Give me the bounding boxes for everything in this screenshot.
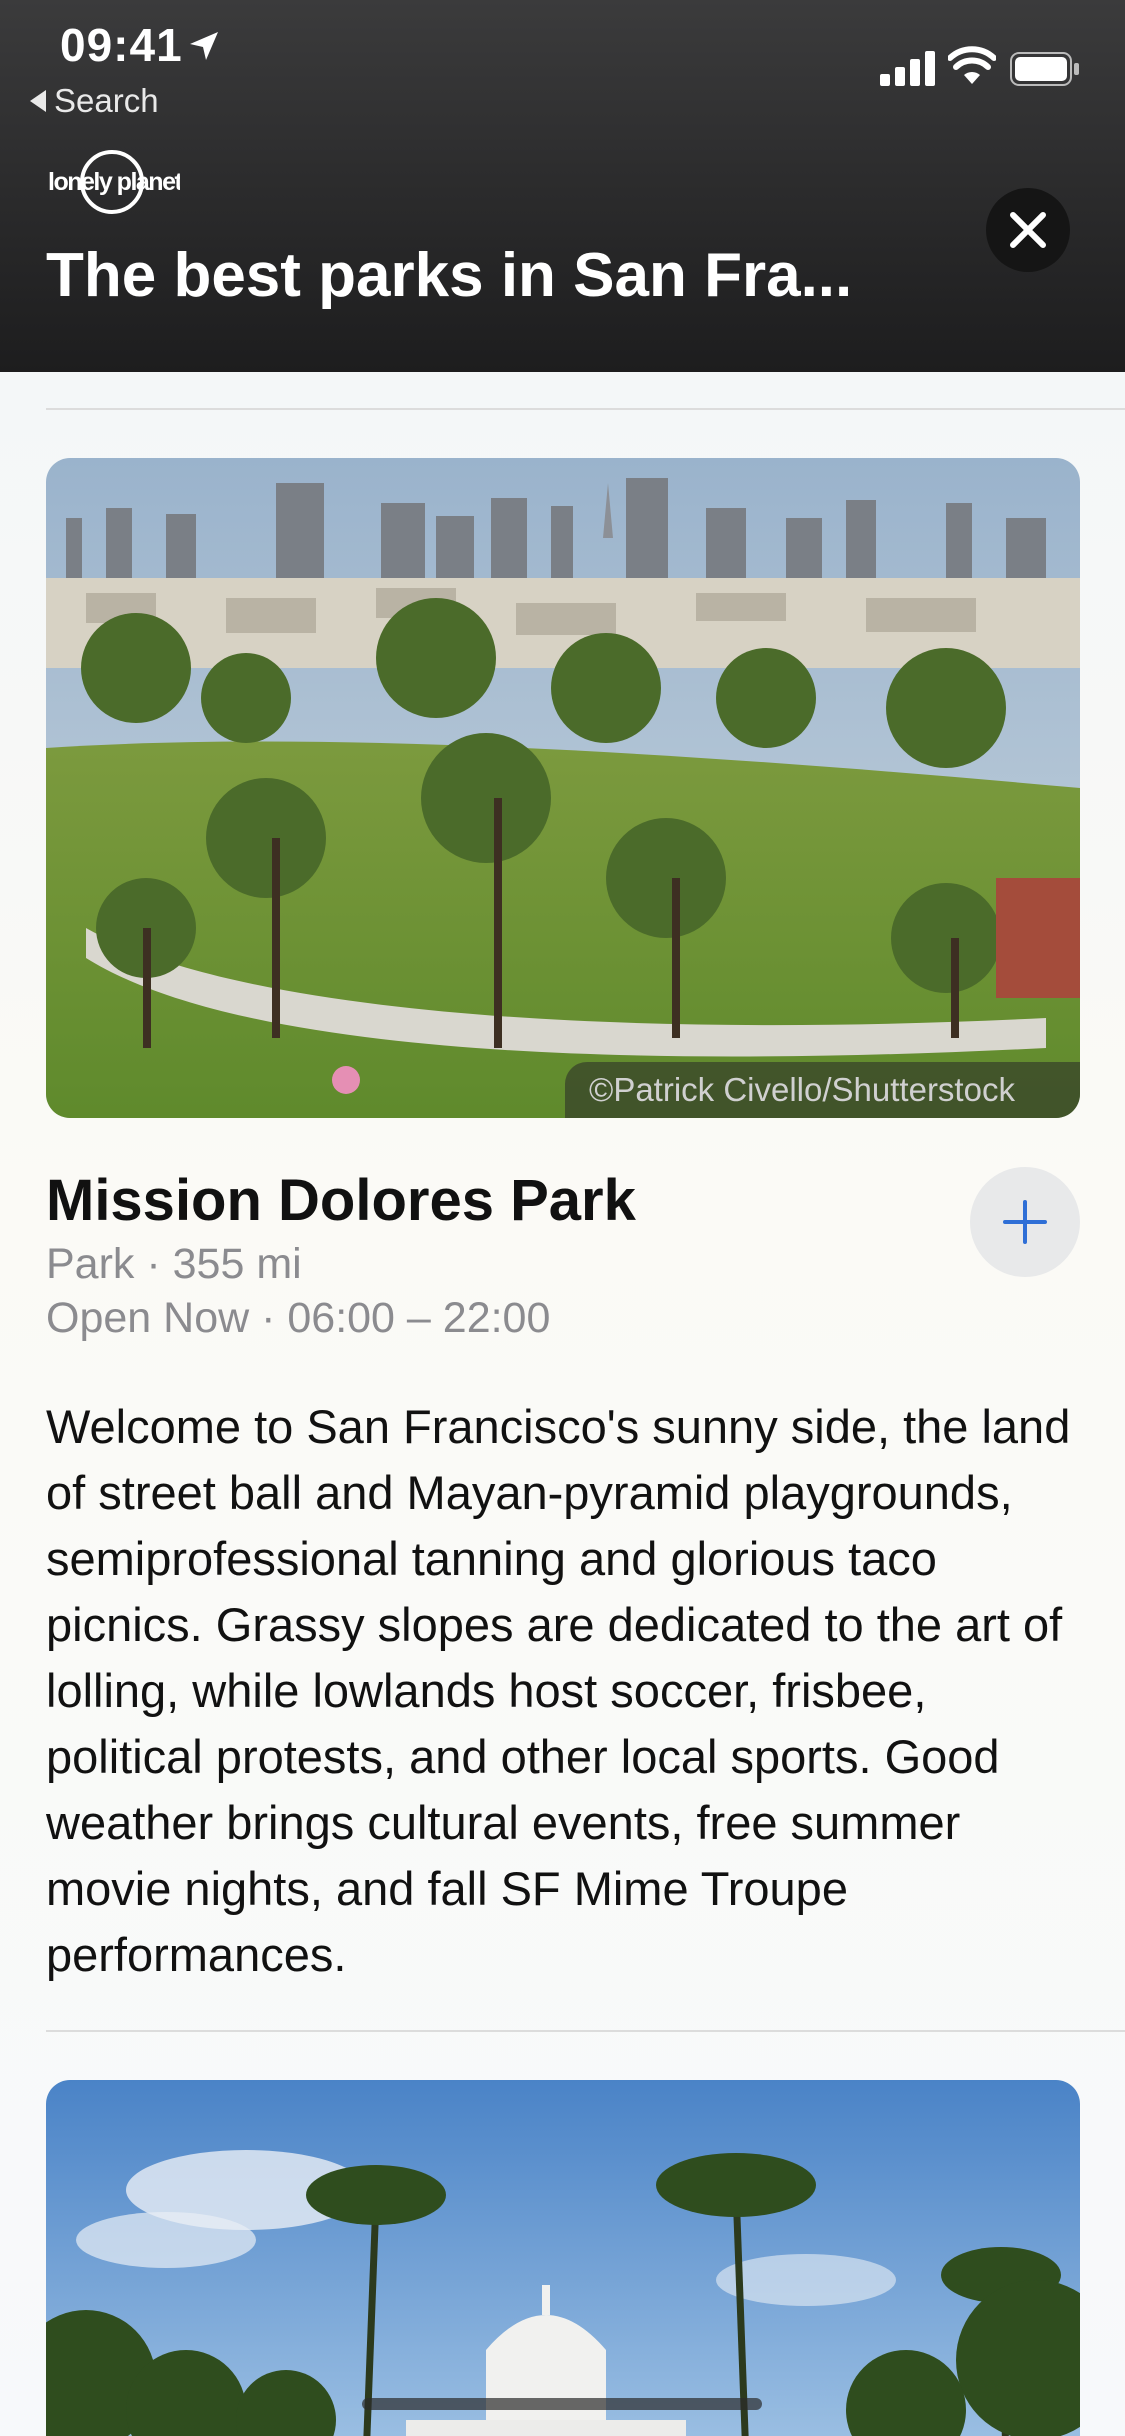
svg-text:lonely planet: lonely planet (48, 168, 180, 196)
add-place-button[interactable] (970, 1167, 1080, 1277)
battery-icon (1010, 52, 1079, 86)
cellular-signal-icon (880, 51, 935, 86)
park-photo-image (46, 458, 1080, 1118)
guide-title: The best parks in San Fra... (46, 241, 853, 310)
park-photo[interactable]: ©Patrick Civello/Shutterstock (46, 458, 1080, 1118)
divider (46, 408, 1125, 410)
place-hours: Open Now · 06:00 – 22:00 (46, 1294, 551, 1342)
home-indicator (362, 2398, 762, 2410)
location-arrow-icon (190, 32, 218, 60)
guide-content: ©Patrick Civello/Shutterstock Mission Do… (0, 372, 1125, 2436)
back-caret-icon (30, 90, 46, 112)
next-park-photo-image (46, 2080, 1080, 2436)
divider (46, 2030, 1125, 2032)
place-description: Welcome to San Francisco's sunny side, t… (46, 1400, 1071, 1981)
lonely-planet-logo: lonely planet (48, 150, 180, 214)
back-to-search-button[interactable]: Search (30, 82, 159, 120)
wifi-icon (948, 46, 996, 84)
status-time: 09:41 (60, 19, 183, 71)
back-search-label: Search (54, 82, 159, 119)
place-name: Mission Dolores Park (46, 1168, 636, 1233)
place-guide-header: 09:41 Search lonely planet The best park… (0, 0, 1125, 372)
place-category-distance: Park · 355 mi (46, 1240, 302, 1288)
photo-credit: ©Patrick Civello/Shutterstock (565, 1062, 1080, 1118)
next-park-photo[interactable] (46, 2080, 1080, 2436)
plus-icon (1003, 1200, 1047, 1244)
